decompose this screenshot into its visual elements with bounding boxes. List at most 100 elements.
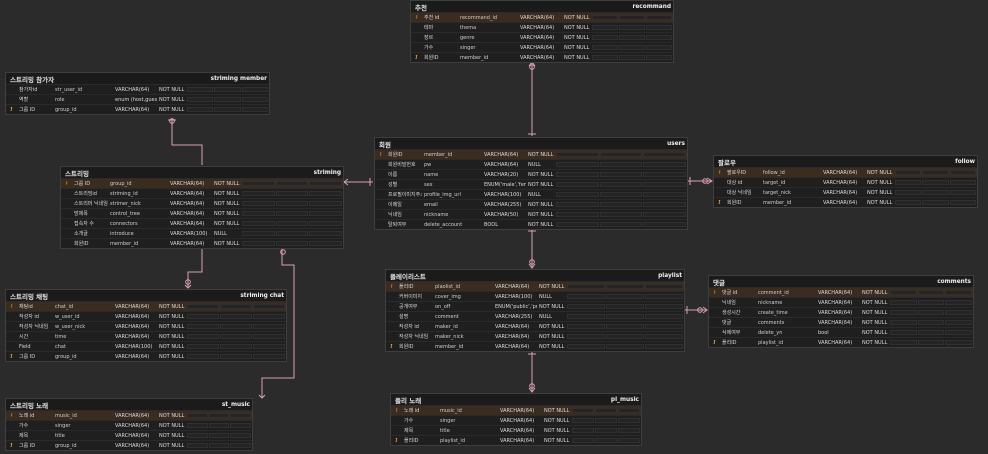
column-row[interactable]: 프로필이미지주소 profile_img_url VARCHAR(100) NULL xyxy=(375,189,687,199)
column-row[interactable]: 시간 time VARCHAR(64) NOT NULL xyxy=(6,331,286,341)
column-physical-name: genre xyxy=(460,34,475,41)
table-playlist[interactable]: 플레이리스트 playlist ⚷ 플리ID plaolist_id VARCHAR(64… xyxy=(385,269,685,352)
column-row[interactable]: ⚷ 노래 id music_id VARCHAR(64) NOT NULL xyxy=(6,410,252,420)
column-row[interactable]: ⚷ 추천 id recommand_id VARCHAR(64) NOT NULL xyxy=(411,12,673,22)
column-type: VARCHAR(64) xyxy=(170,180,205,187)
empty-cell xyxy=(922,170,949,175)
column-row[interactable]: 커버이미지 cover_img VARCHAR(100) NULL xyxy=(386,291,684,301)
erd-canvas[interactable]: 추천 recommand ⚷ 추천 id recommand_id VARCHAR(64)… xyxy=(0,0,988,454)
empty-cell xyxy=(890,310,917,315)
column-row[interactable]: 가수 singer VARCHAR(64) NOT NULL xyxy=(6,420,252,430)
column-row[interactable]: 삭제여부 delete_yn bool NOT NULL xyxy=(709,327,973,337)
column-row[interactable]: ƒ 플리ID playlist_id VARCHAR(64) NOT NULL xyxy=(391,435,641,445)
column-row[interactable]: ⚷ 채팅id chat_id VARCHAR(64) NOT NULL xyxy=(6,301,286,311)
column-logical-name: 공개여부 xyxy=(399,304,418,310)
column-row[interactable]: 대상 닉네임 target_nick VARCHAR(64) NOT NULL xyxy=(714,187,977,197)
column-row[interactable]: ƒ 그룹 ID group_id VARCHAR(64) NOT NULL xyxy=(6,104,269,114)
column-row[interactable]: 설명 comment VARCHAR(255) NULL xyxy=(386,311,684,321)
column-row[interactable]: 작성자 id w_user_id VARCHAR(64) NOT NULL xyxy=(6,311,286,321)
column-row[interactable]: ƒ 회원ID member_id VARCHAR(64) NOT NULL xyxy=(386,341,684,351)
table-physical-name: st_music xyxy=(221,401,250,408)
table-follow[interactable]: 팔로우 follow ⚷ 팔로우ID follow_id VARCHAR(64) NOT N… xyxy=(713,155,978,208)
empty-cell xyxy=(187,107,214,112)
column-row[interactable]: 탈퇴여부 delete_account BOOL NOT NULL xyxy=(375,219,687,229)
empty-cell xyxy=(595,428,617,433)
table-header[interactable]: 팔로우 follow xyxy=(714,156,977,167)
empty-cell xyxy=(599,152,643,157)
table-recommand[interactable]: 추천 recommand ⚷ 추천 id recommand_id VARCHAR(64)… xyxy=(410,0,674,63)
column-row[interactable]: 성별 sex ENUM('male','female')NOT NULL xyxy=(375,179,687,189)
column-row[interactable]: 접속자 수 connectors VARCHAR(64) NOT NULL xyxy=(61,218,343,228)
table-striming-member[interactable]: 스트리밍 참가자 striming member 참가자id str_user_id V… xyxy=(5,72,270,115)
column-row[interactable]: ƒ 플리ID playlist_id VARCHAR(64) NOT NULL xyxy=(709,337,973,347)
column-row[interactable]: ƒ 그룹 ID group_id VARCHAR(64) NOT NULL xyxy=(6,351,286,361)
column-row[interactable]: 댓글 comments VARCHAR(64) NOT NULL xyxy=(709,317,973,327)
table-pl-music[interactable]: 플리 노래 pl_music ⚷ 노래 id music_id VARCHAR(64) NO… xyxy=(390,393,642,446)
column-row[interactable]: 이름 name VARCHAR(20) NOT NULL xyxy=(375,169,687,179)
column-row[interactable]: ⚷ 팔로우ID follow_id VARCHAR(64) NOT NULL xyxy=(714,167,977,177)
column-row[interactable]: ⚷ 회원ID member_id VARCHAR(64) NOT NULL xyxy=(375,149,687,159)
column-row[interactable]: 닉네임 nickname VARCHAR(64) NOT NULL xyxy=(709,297,973,307)
column-row[interactable]: 장르 genre VARCHAR(64) NOT NULL xyxy=(411,32,673,42)
column-nullability: NULL xyxy=(214,230,227,237)
column-physical-name: strimer_nick xyxy=(110,200,141,207)
column-row[interactable]: 공개여부 on_off ENUM('public','private')NOT NU… xyxy=(386,301,684,311)
column-row[interactable]: 역할 role enum (host,guest) NOT NULL xyxy=(6,94,269,104)
empty-cell xyxy=(592,45,618,50)
table-striming[interactable]: 스트리밍 striming ⚷ 그룹 ID group_id VARCHAR(64) NOT… xyxy=(60,166,344,249)
table-header[interactable]: 플리 노래 pl_music xyxy=(391,394,641,405)
column-logical-name: 설명 xyxy=(399,314,409,320)
table-header[interactable]: 스트리밍 참가자 striming member xyxy=(6,73,269,84)
empty-cell xyxy=(643,212,687,217)
column-row[interactable]: 제목 title VARCHAR(64) NOT NULL xyxy=(391,425,641,435)
column-row[interactable]: 스트리밍id striming_id VARCHAR(64) NOT NULL xyxy=(61,188,343,198)
column-row[interactable]: ƒ 회원ID member_id VARCHAR(64) NOT NULL xyxy=(714,197,977,207)
column-row[interactable]: 스트리머 닉네임 strimer_nick VARCHAR(64) NOT NULL xyxy=(61,198,343,208)
column-row[interactable]: ƒ 그룹 ID group_id VARCHAR(64) NOT NULL xyxy=(6,440,252,450)
column-physical-name: comments xyxy=(758,319,785,326)
empty-cell xyxy=(592,35,618,40)
table-header[interactable]: 스트리밍 채팅 striming chat xyxy=(6,290,286,301)
relation-endpoint xyxy=(697,307,703,313)
table-header[interactable]: 댓글 comments xyxy=(709,276,973,287)
column-row[interactable]: 테마 thema VARCHAR(64) NOT NULL xyxy=(411,22,673,32)
column-row[interactable]: 닉네임 nickname VARCHAR(50) NOT NULL xyxy=(375,209,687,219)
column-row[interactable]: ⚷ 플리ID plaolist_id VARCHAR(64) NOT NULL xyxy=(386,281,684,291)
column-row[interactable]: 작성자 id maker_id VARCHAR(64) NOT NULL xyxy=(386,321,684,331)
column-row[interactable]: ⚷ 댓글 id comment_id VARCHAR(64) NOT NULL xyxy=(709,287,973,297)
column-row[interactable]: 가수 singer VARCHAR(64) NOT NULL xyxy=(391,415,641,425)
column-row[interactable]: 작성자 닉네임 w_user_nick VARCHAR(64) NOT NULL xyxy=(6,321,286,331)
column-row[interactable]: ⚷ 노래 id music_id VARCHAR(64) NOT NULL xyxy=(391,405,641,415)
column-row[interactable]: 가수 singer VARCHAR(64) NOT NULL xyxy=(411,42,673,52)
table-logical-name: 추천 xyxy=(415,3,427,12)
column-nullability: NOT NULL xyxy=(528,171,554,178)
table-comments[interactable]: 댓글 comments ⚷ 댓글 id comment_id VARCHAR(64) NOT… xyxy=(708,275,974,348)
column-row[interactable]: 참가자id str_user_id VARCHAR(64) NOT NULL xyxy=(6,84,269,94)
column-row[interactable]: 생성시간 create_time VARCHAR(64) NOT NULL xyxy=(709,307,973,317)
column-row[interactable]: 작성자 닉네임 maker_nick VARCHAR(64) NOT NULL xyxy=(386,331,684,341)
column-nullability: NOT NULL xyxy=(539,343,565,350)
table-st-music[interactable]: 스트리밍 노래 st_music ⚷ 노래 id music_id VARCHAR(64)… xyxy=(5,398,253,451)
column-type: VARCHAR(64) xyxy=(115,313,150,320)
column-row[interactable]: ⚷ 그룹 ID group_id VARCHAR(64) NOT NULL xyxy=(61,178,343,188)
empty-cell xyxy=(646,55,672,60)
empty-cell xyxy=(309,181,343,186)
table-header[interactable]: 스트리밍 노래 st_music xyxy=(6,399,252,410)
column-row[interactable]: 회원비밀번호 pw VARCHAR(64) NULL xyxy=(375,159,687,169)
column-row[interactable]: 소개글 introduce VARCHAR(100) NULL xyxy=(61,228,343,238)
table-users[interactable]: 회원 users ⚷ 회원ID member_id VARCHAR(64) NOT NULL… xyxy=(374,137,688,230)
table-striming-chat[interactable]: 스트리밍 채팅 striming chat ⚷ 채팅id chat_id VARCHAR(… xyxy=(5,289,287,362)
table-header[interactable]: 스트리밍 striming xyxy=(61,167,343,178)
table-header[interactable]: 회원 users xyxy=(375,138,687,149)
column-row[interactable]: 회원ID member_id VARCHAR(64) NOT NULL xyxy=(61,238,343,248)
column-physical-name: plaolist_id xyxy=(435,283,461,290)
column-row[interactable]: 이메일 email VARCHAR(255) NOT NULL xyxy=(375,199,687,209)
column-row[interactable]: 대상 id target_id VARCHAR(64) NOT NULL xyxy=(714,177,977,187)
table-header[interactable]: 플레이리스트 playlist xyxy=(386,270,684,281)
column-row[interactable]: 제목 title VARCHAR(64) NOT NULL xyxy=(6,430,252,440)
column-row[interactable]: Field chat VARCHAR(100) NOT NULL xyxy=(6,341,286,351)
column-row[interactable]: 방제목 control_tree VARCHAR(64) NOT NULL xyxy=(61,208,343,218)
column-row[interactable]: ƒ 회원ID member_id VARCHAR(64) NOT NULL xyxy=(411,52,673,62)
column-type: VARCHAR(64) xyxy=(115,422,150,429)
table-header[interactable]: 추천 recommand xyxy=(411,1,673,12)
